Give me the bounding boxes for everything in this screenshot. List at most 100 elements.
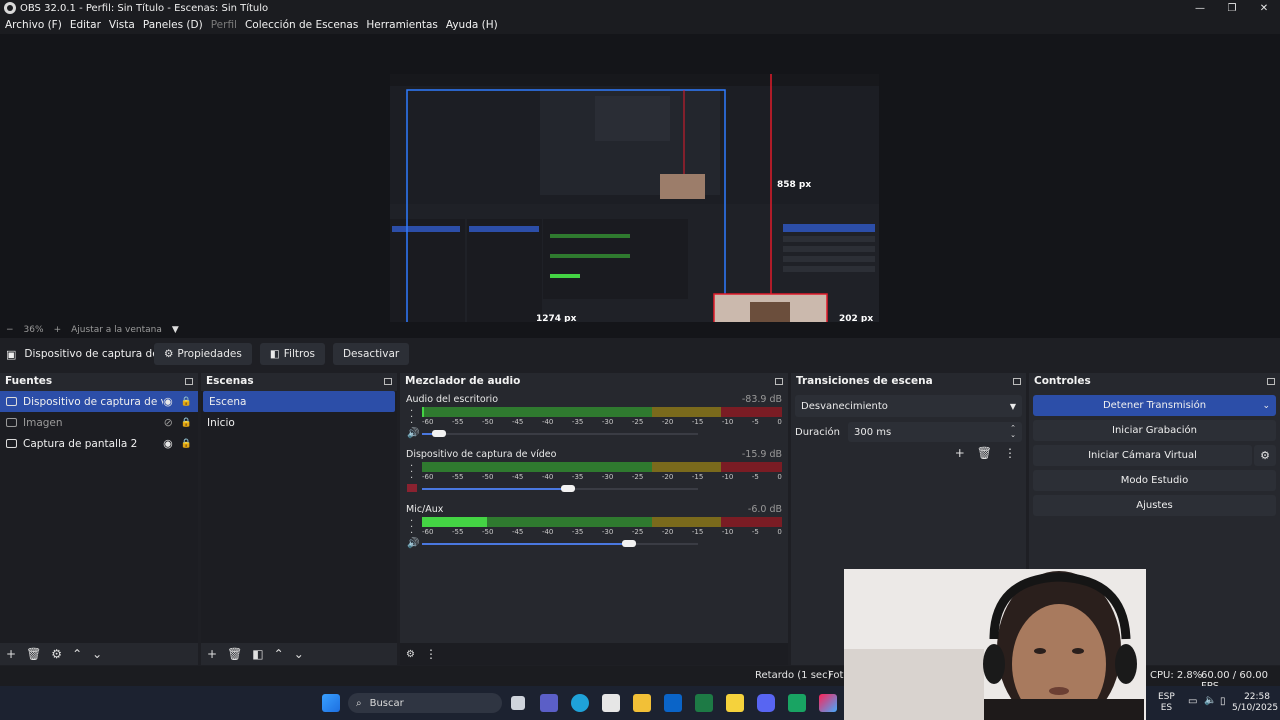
lock-icon[interactable]: 🔒 <box>181 439 192 449</box>
filters-button[interactable]: ◧ Filtros <box>259 343 325 365</box>
slider-handle[interactable] <box>622 540 636 547</box>
undock-icon[interactable] <box>185 377 193 385</box>
edge-icon[interactable] <box>571 694 589 712</box>
channel-menu-icon[interactable]: · · · <box>410 407 413 429</box>
chevron-down-icon: ▼ <box>1009 401 1016 411</box>
move-up-icon[interactable]: ⌃ <box>72 647 82 661</box>
maximize-button[interactable]: ❐ <box>1216 0 1248 16</box>
undock-icon[interactable] <box>1267 377 1275 385</box>
search-placeholder: Buscar <box>369 697 404 709</box>
undock-icon[interactable] <box>384 377 392 385</box>
transition-select[interactable]: Desvanecimiento ▼ <box>795 395 1022 417</box>
scene-filter-icon[interactable]: ◧ <box>252 647 263 661</box>
task-view-icon[interactable] <box>511 696 525 710</box>
virtual-camera-settings-button[interactable]: ⚙ <box>1254 445 1276 466</box>
source-item-video-capture[interactable]: Dispositivo de captura de vídeo ◉ 🔒 <box>0 391 198 412</box>
copilot-icon[interactable] <box>819 694 837 712</box>
taskbar-search[interactable]: ⌕ Buscar <box>348 693 502 713</box>
zoom-out-button[interactable]: − <box>6 325 14 335</box>
menu-view[interactable]: Vista <box>109 19 135 31</box>
outlook-icon[interactable] <box>664 694 682 712</box>
chevron-down-icon[interactable]: ⌄ <box>1262 401 1270 411</box>
channel-db: -6.0 dB <box>747 504 782 515</box>
remove-transition-icon[interactable]: 🗑 <box>977 446 992 460</box>
excel-icon[interactable] <box>695 694 713 712</box>
duration-row: Duración 300 ms ⌃ ⌄ <box>795 422 1022 442</box>
app-icon-green[interactable] <box>788 694 806 712</box>
menu-tools[interactable]: Herramientas <box>366 19 438 31</box>
eye-hidden-icon[interactable]: ⊘ <box>164 416 173 429</box>
source-item-screen-capture[interactable]: Captura de pantalla 2 ◉ 🔒 <box>0 433 198 454</box>
slider-handle[interactable] <box>431 430 446 437</box>
add-scene-icon[interactable]: + <box>207 647 217 661</box>
move-up-icon[interactable]: ⌃ <box>274 647 284 661</box>
spinner-icon[interactable]: ⌃ ⌄ <box>1010 425 1016 439</box>
eye-icon[interactable]: ◉ <box>163 437 173 450</box>
scale-tick: 0 <box>777 528 782 536</box>
move-down-icon[interactable]: ⌄ <box>294 647 304 661</box>
menu-docks[interactable]: Paneles (D) <box>143 19 203 31</box>
volume-slider[interactable] <box>422 540 698 547</box>
windows-start-icon[interactable] <box>322 694 340 712</box>
discord-icon[interactable] <box>757 694 775 712</box>
file-explorer-icon[interactable] <box>633 694 651 712</box>
preview-area[interactable]: 858 px 1274 px 202 px <box>0 34 1280 356</box>
settings-button[interactable]: Ajustes <box>1033 495 1276 516</box>
volume-slider[interactable] <box>422 485 698 492</box>
scene-item-escena[interactable]: Escena <box>203 391 395 412</box>
undock-icon[interactable] <box>775 377 783 385</box>
mixer-settings-icon[interactable]: ⚙ <box>406 649 415 660</box>
store-icon[interactable] <box>602 694 620 712</box>
studio-mode-button[interactable]: Modo Estudio <box>1033 470 1276 491</box>
virtual-camera-button[interactable]: Iniciar Cámara Virtual <box>1033 445 1252 466</box>
menu-profile[interactable]: Perfil <box>211 19 237 31</box>
speaker-icon[interactable]: 🔊 <box>407 538 419 549</box>
zoom-in-button[interactable]: + <box>54 325 62 335</box>
lock-icon[interactable]: 🔒 <box>181 397 192 407</box>
volume-icon[interactable]: 🔈 <box>1204 695 1216 706</box>
scale-tick: -45 <box>511 418 524 426</box>
source-settings-icon[interactable]: ⚙ <box>51 647 62 661</box>
eye-icon[interactable]: ◉ <box>163 395 173 408</box>
mixer-menu-icon[interactable]: ⋮ <box>425 647 437 661</box>
channel-menu-icon[interactable]: · · · <box>410 462 413 484</box>
close-button[interactable]: ✕ <box>1248 0 1280 16</box>
network-icon[interactable]: ▭ <box>1188 696 1197 707</box>
add-source-icon[interactable]: + <box>6 647 16 661</box>
menu-help[interactable]: Ayuda (H) <box>446 19 498 31</box>
zoom-dropdown-icon[interactable]: ▼ <box>172 325 179 335</box>
menu-file[interactable]: Archivo (F) <box>5 19 62 31</box>
duration-input[interactable]: 300 ms ⌃ ⌄ <box>848 422 1022 442</box>
fit-to-window-label[interactable]: Ajustar a la ventana <box>71 325 162 335</box>
deactivate-button[interactable]: Desactivar <box>332 343 410 365</box>
add-transition-icon[interactable]: + <box>955 446 965 460</box>
move-down-icon[interactable]: ⌄ <box>92 647 102 661</box>
teams-icon[interactable] <box>540 694 558 712</box>
stop-stream-button[interactable]: Detener Transmisión ⌄ <box>1033 395 1276 416</box>
muted-speaker-icon[interactable] <box>407 484 417 492</box>
lock-icon[interactable]: 🔒 <box>181 418 192 428</box>
channel-name: Mic/Aux <box>406 504 444 515</box>
properties-button[interactable]: ⚙ Propiedades <box>154 343 252 365</box>
undock-icon[interactable] <box>1013 377 1021 385</box>
minimize-button[interactable]: — <box>1184 0 1216 16</box>
battery-icon[interactable]: ▯ <box>1220 696 1226 707</box>
speaker-icon[interactable]: 🔊 <box>407 428 419 439</box>
clock[interactable]: 22:58 5/10/2025 <box>1232 692 1278 714</box>
slider-handle[interactable] <box>561 485 576 492</box>
language-indicator[interactable]: ESP ES <box>1158 692 1175 714</box>
context-source: ▣ Dispositivo de captura de v <box>6 348 154 361</box>
duration-label: Duración <box>795 426 841 438</box>
transition-menu-icon[interactable]: ⋮ <box>1004 446 1016 460</box>
source-item-image[interactable]: Imagen ⊘ 🔒 <box>0 412 198 433</box>
menu-edit[interactable]: Editar <box>70 19 101 31</box>
volume-slider[interactable] <box>422 430 698 437</box>
remove-scene-icon[interactable]: 🗑 <box>227 647 242 661</box>
start-recording-button[interactable]: Iniciar Grabación <box>1033 420 1276 441</box>
remove-source-icon[interactable]: 🗑 <box>26 647 41 661</box>
menu-scene-collection[interactable]: Colección de Escenas <box>245 19 358 31</box>
preview-canvas[interactable]: 858 px 1274 px 202 px <box>390 74 879 356</box>
sticky-notes-icon[interactable] <box>726 694 744 712</box>
channel-menu-icon[interactable]: · · · <box>410 517 413 539</box>
scene-item-inicio[interactable]: Inicio <box>201 412 397 433</box>
